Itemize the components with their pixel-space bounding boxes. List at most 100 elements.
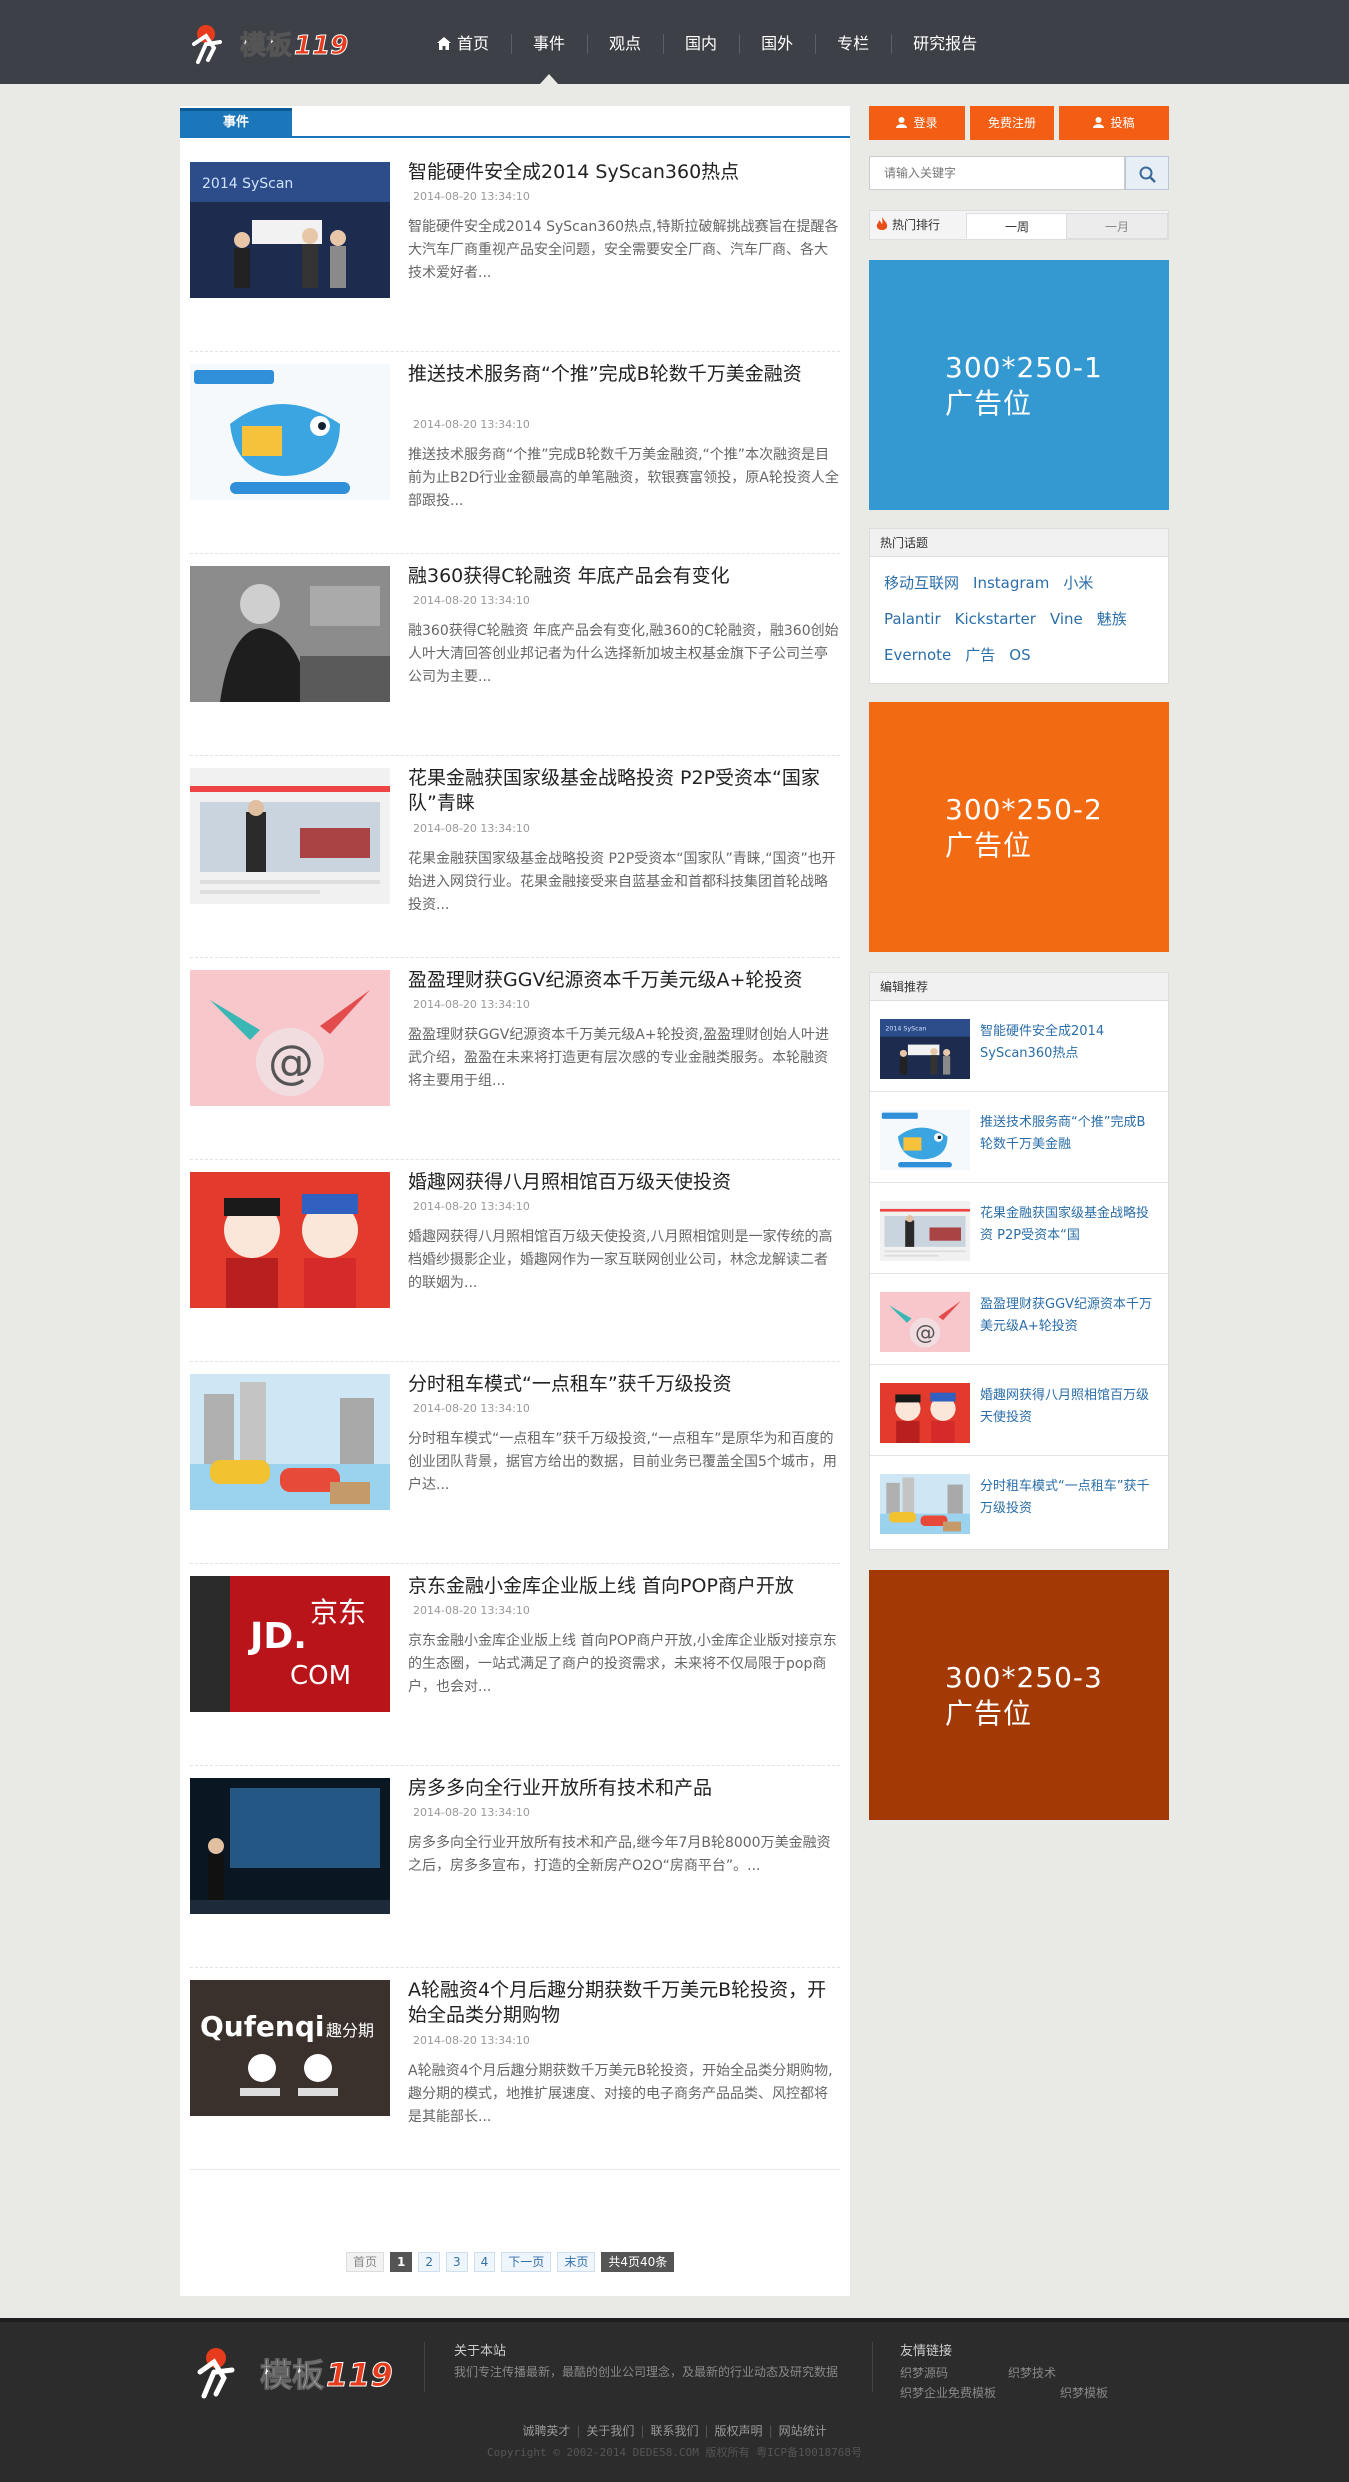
- search-button[interactable]: [1125, 156, 1169, 190]
- editor-pick-thumbnail[interactable]: @: [880, 1292, 970, 1352]
- editor-pick-item[interactable]: 分时租车模式“一点租车”获千万级投资: [870, 1456, 1168, 1547]
- footer-link-contact[interactable]: 联系我们: [650, 2424, 698, 2438]
- topic-tag[interactable]: Kickstarter: [955, 607, 1036, 631]
- editor-pick-thumbnail[interactable]: [880, 1110, 970, 1170]
- register-button[interactable]: 免费注册: [970, 106, 1054, 140]
- pager-page-4[interactable]: 4: [473, 2252, 496, 2272]
- article-thumbnail[interactable]: Qufenqi 趣分期: [190, 1980, 390, 2116]
- editor-pick-title[interactable]: 分时租车模式“一点租车”获千万级投资: [980, 1476, 1158, 1520]
- topic-tag[interactable]: 魅族: [1097, 607, 1127, 631]
- footer-link-careers[interactable]: 诚聘英才: [522, 2424, 570, 2438]
- pager-first[interactable]: 首页: [346, 2252, 385, 2272]
- tab-month[interactable]: 一月: [1066, 213, 1168, 239]
- pager-page-3[interactable]: 3: [446, 2252, 468, 2272]
- friend-link[interactable]: 织梦模板: [1060, 2383, 1108, 2403]
- article-title[interactable]: 推送技术服务商“个推”完成B轮数千万美金融资: [408, 362, 838, 387]
- svg-text:京东: 京东: [310, 1596, 366, 1629]
- editor-pick-title[interactable]: 婚趣网获得八月照相馆百万级天使投资: [980, 1385, 1158, 1429]
- friend-link[interactable]: 织梦源码: [900, 2363, 1008, 2383]
- nav-label: 观点: [609, 34, 642, 53]
- tab-week[interactable]: 一周: [966, 213, 1068, 239]
- site-logo[interactable]: 模板 119: [186, 14, 356, 70]
- article-title[interactable]: 融360获得C轮融资 年底产品会有变化: [408, 564, 838, 589]
- article-thumbnail[interactable]: [190, 1374, 390, 1510]
- article-title[interactable]: 分时租车模式“一点租车”获千万级投资: [408, 1372, 838, 1397]
- pager-last[interactable]: 末页: [557, 2252, 596, 2272]
- article-summary: 融360获得C轮融资 年底产品会有变化,融360的C轮融资，融360创始人叶大清…: [408, 623, 839, 685]
- editor-pick-title[interactable]: 盈盈理财获GGV纪源资本千万美元级A+轮投资: [980, 1294, 1158, 1338]
- svg-text:JD.: JD.: [247, 1616, 307, 1657]
- article-date: 2014-08-20 13:34:10: [413, 1402, 530, 1415]
- footer-link-copyright[interactable]: 版权声明: [715, 2424, 763, 2438]
- article-title[interactable]: 婚趣网获得八月照相馆百万级天使投资: [408, 1170, 838, 1195]
- svg-text:模板: 模板: [260, 2356, 324, 2394]
- article-title[interactable]: 智能硬件安全成2014 SyScan360热点: [408, 160, 838, 185]
- article-title[interactable]: A轮融资4个月后趣分期获数千万美元B轮投资，开始全品类分期购物: [408, 1978, 838, 2028]
- ad-placeholder-label: 广告位: [945, 829, 1033, 862]
- footer-logo[interactable]: 模板 119: [190, 2338, 400, 2406]
- topic-tag[interactable]: 广告: [965, 643, 995, 667]
- footer-link-stats[interactable]: 网站统计: [779, 2424, 827, 2438]
- article-title[interactable]: 京东金融小金库企业版上线 首向POP商户开放: [408, 1574, 838, 1599]
- nav-item-opinion[interactable]: 观点: [587, 0, 663, 84]
- section-divider: [180, 136, 850, 138]
- topic-tag[interactable]: Palantir: [884, 607, 941, 631]
- nav-item-home[interactable]: 首页: [415, 0, 511, 84]
- article-thumbnail[interactable]: [190, 1172, 390, 1308]
- article-title[interactable]: 房多多向全行业开放所有技术和产品: [408, 1776, 838, 1801]
- ad-banner-3[interactable]: 300*250-3 广告位: [869, 1570, 1169, 1820]
- editor-pick-title[interactable]: 智能硬件安全成2014 SyScan360热点: [980, 1021, 1158, 1065]
- friend-link[interactable]: 织梦企业免费模板: [900, 2383, 1060, 2403]
- article-summary: 分时租车模式“一点租车”获千万级投资,“一点租车”是原华为和百度的创业团队背景，…: [408, 1431, 837, 1493]
- editor-pick-thumbnail[interactable]: [880, 1201, 970, 1261]
- editor-pick-thumbnail[interactable]: 2014 SyScan: [880, 1019, 970, 1079]
- article-thumbnail[interactable]: @: [190, 970, 390, 1106]
- svg-text:COM: COM: [290, 1661, 351, 1691]
- footer-about: 关于本站 我们专注传播最新，最酷的创业公司理念，及最新的行业动态及研究数据: [454, 2340, 874, 2381]
- hot-rank-label: 热门排行: [892, 218, 941, 232]
- friend-link[interactable]: 织梦技术: [1008, 2363, 1056, 2383]
- editor-pick-item[interactable]: @ 盈盈理财获GGV纪源资本千万美元级A+轮投资: [870, 1274, 1168, 1365]
- article-title[interactable]: 花果金融获国家级基金战略投资 P2P受资本“国家队”青睐: [408, 766, 838, 816]
- article-thumbnail[interactable]: [190, 364, 390, 500]
- login-button[interactable]: 登录: [869, 106, 965, 140]
- topic-tag[interactable]: Evernote: [884, 643, 951, 667]
- article-thumbnail[interactable]: [190, 768, 390, 904]
- ad-banner-1[interactable]: 300*250-1 广告位: [869, 260, 1169, 510]
- article-thumbnail[interactable]: [190, 566, 390, 702]
- nav-item-column[interactable]: 专栏: [815, 0, 891, 84]
- topic-tag[interactable]: Instagram: [973, 571, 1049, 595]
- article-date: 2014-08-20 13:34:10: [413, 1806, 530, 1819]
- editor-pick-item[interactable]: 花果金融获国家级基金战略投资 P2P受资本“国: [870, 1183, 1168, 1274]
- nav-item-foreign[interactable]: 国外: [739, 0, 815, 84]
- editor-pick-item[interactable]: 婚趣网获得八月照相馆百万级天使投资: [870, 1365, 1168, 1456]
- editor-picks-title: 编辑推荐: [870, 973, 1168, 1001]
- topic-tag[interactable]: 小米: [1063, 571, 1093, 595]
- footer-link-about[interactable]: 关于我们: [586, 2424, 634, 2438]
- topic-tag[interactable]: OS: [1009, 643, 1030, 667]
- hot-topics-box: 热门话题 移动互联网 Instagram 小米 Palantir Kickstarter…: [869, 528, 1169, 684]
- ad-banner-2[interactable]: 300*250-2 广告位: [869, 702, 1169, 952]
- article-thumbnail[interactable]: 2014 SyScan: [190, 162, 390, 298]
- article-thumbnail[interactable]: [190, 1778, 390, 1914]
- nav-item-domestic[interactable]: 国内: [663, 0, 739, 84]
- pager-page-1[interactable]: 1: [390, 2252, 413, 2272]
- topic-tag[interactable]: Vine: [1050, 607, 1083, 631]
- article-title[interactable]: 盈盈理财获GGV纪源资本千万美元级A+轮投资: [408, 968, 838, 993]
- editor-pick-item[interactable]: 2014 SyScan 智能硬件安全成2014 SyScan360热点: [870, 1001, 1168, 1092]
- editor-pick-thumbnail[interactable]: [880, 1474, 970, 1534]
- pager-page-2[interactable]: 2: [418, 2252, 441, 2272]
- editor-pick-title[interactable]: 推送技术服务商“个推”完成B轮数千万美金融: [980, 1112, 1158, 1156]
- section-tab[interactable]: 事件: [180, 108, 292, 136]
- submit-article-button[interactable]: 投稿: [1059, 106, 1169, 140]
- search-input[interactable]: [869, 156, 1125, 190]
- pager-next[interactable]: 下一页: [501, 2252, 552, 2272]
- editor-pick-thumbnail[interactable]: [880, 1383, 970, 1443]
- editor-pick-title[interactable]: 花果金融获国家级基金战略投资 P2P受资本“国: [980, 1203, 1158, 1247]
- nav-item-reports[interactable]: 研究报告: [891, 0, 999, 84]
- article-thumbnail[interactable]: JD. 京东 COM: [190, 1576, 390, 1712]
- article-date: 2014-08-20 13:34:10: [413, 822, 530, 835]
- nav-item-events[interactable]: 事件: [511, 0, 587, 84]
- editor-pick-item[interactable]: 推送技术服务商“个推”完成B轮数千万美金融: [870, 1092, 1168, 1183]
- topic-tag[interactable]: 移动互联网: [884, 571, 959, 595]
